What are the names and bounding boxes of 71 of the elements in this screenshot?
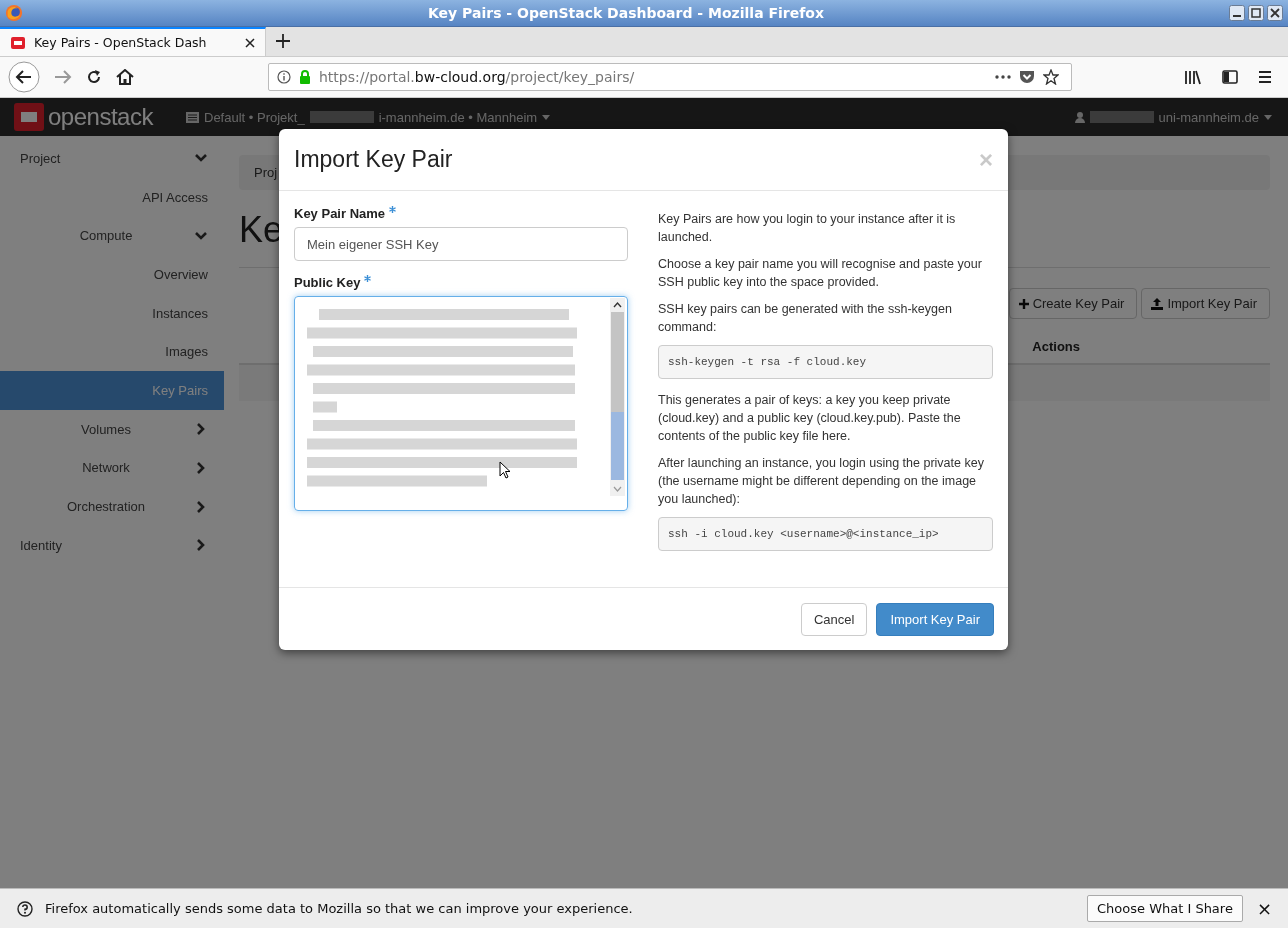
key-name-field[interactable]: Mein eigener SSH Key (294, 227, 628, 261)
help-text: Key Pairs are how you login to your instance after it is launched. (658, 211, 957, 246)
help-text: After launching an instance, you login using the private key (the username might be different depending on the image you launched): (658, 455, 985, 508)
project-name: i-mannheim.de • Mannheim (378, 109, 538, 125)
window-title: Key Pairs - OpenStack Dashboard - Mozilla Firefox (427, 5, 825, 21)
minimize-icon[interactable] (1229, 5, 1245, 21)
field-label: Key Pair Name (294, 206, 386, 221)
redacted-block (309, 111, 374, 123)
project-selector[interactable]: Default • Projekt_ i-mannheim.de • Mannheim (186, 109, 551, 125)
pocket-icon[interactable] (1019, 69, 1035, 85)
sidebar-item[interactable]: Orchestration (0, 487, 224, 526)
caret-icon (542, 114, 551, 120)
dialog-title: Import Key Pair (294, 146, 454, 173)
url-text: https://portal.bw-cloud.org/project/key_pairs/ (319, 69, 636, 85)
sidebar-item[interactable]: Network (0, 448, 224, 488)
import-button[interactable]: Import Key Pair (876, 602, 994, 636)
code-block: ssh-keygen -t rsa -f cloud.key (658, 345, 993, 379)
maximize-icon[interactable] (1248, 5, 1264, 21)
public-key-field[interactable] (294, 296, 628, 511)
bookmark-star-icon[interactable] (1043, 69, 1059, 85)
sidebar-item[interactable]: API Access (0, 177, 224, 217)
back-icon[interactable] (8, 61, 40, 93)
new-tab-icon[interactable] (276, 34, 290, 48)
scrollbar[interactable] (610, 298, 625, 496)
close-button[interactable]: × (1254, 898, 1274, 919)
caret-icon (1264, 114, 1272, 120)
sidebar-item[interactable]: Instances (0, 293, 224, 333)
close-icon[interactable] (1267, 5, 1283, 21)
notification-text: Firefox automatically sends some data to Mozilla so that we can improve your experience. (45, 901, 634, 916)
home-icon[interactable] (116, 69, 134, 85)
redacted-block (1089, 111, 1154, 123)
openstack-logo-icon (14, 103, 44, 131)
sidebar-item[interactable]: Project (0, 139, 224, 178)
code-block: ssh -i cloud.key <username>@<instance_ip> (658, 517, 993, 551)
address-bar[interactable]: https://portal.bw-cloud.org/project/key_pairs/ (268, 63, 1072, 91)
field-label: Public Key (294, 275, 361, 290)
list-icon (186, 111, 199, 123)
browser-tab[interactable]: Key Pairs - OpenStack Dash (0, 27, 266, 56)
help-icon (17, 900, 33, 917)
help-text: SSH key pairs can be generated with the ssh-keygen command: (658, 301, 953, 336)
menu-icon[interactable] (1258, 71, 1272, 83)
openstack-favicon-icon (10, 34, 26, 51)
forward-icon[interactable] (54, 69, 72, 85)
reload-icon[interactable] (86, 69, 102, 85)
project-prefix: Default • Projekt_ (204, 109, 305, 125)
user-menu[interactable]: uni-mannheim.de (1074, 109, 1272, 125)
sidebar-item[interactable]: Identity (0, 525, 224, 565)
cancel-button[interactable]: Cancel (800, 602, 868, 636)
sidebar-item[interactable]: Key Pairs (0, 371, 224, 410)
create-button[interactable]: Create Key Pair (1008, 288, 1138, 319)
help-text: This generates a pair of keys: a key you keep private (cloud.key) and a public key (cloud.key.pub). Paste the contents of the public key file here. (658, 392, 962, 445)
lock-icon (299, 70, 311, 84)
info-icon[interactable] (277, 70, 291, 84)
breadcrumb-item[interactable]: Proj (254, 165, 278, 180)
plus-icon (1018, 298, 1029, 309)
choose-what-i-share-button[interactable]: Choose What I Share (1087, 895, 1243, 922)
user-name: uni-mannheim.de (1158, 109, 1259, 125)
user-icon (1074, 111, 1085, 123)
library-icon[interactable] (1184, 69, 1202, 85)
import-button[interactable]: Import Key Pair (1141, 288, 1270, 319)
more-icon[interactable] (995, 75, 1011, 79)
close-tab-icon[interactable] (245, 37, 255, 48)
sidebar-icon[interactable] (1222, 70, 1238, 84)
upload-icon (1151, 297, 1164, 310)
sidebar-item[interactable]: Compute (0, 216, 224, 256)
column-header: Actions (1032, 338, 1081, 354)
mouse-cursor-icon (499, 461, 511, 479)
sidebar-item[interactable]: Overview (0, 255, 224, 294)
logo-text: openstack (48, 103, 153, 131)
firefox-logo-icon (5, 4, 23, 22)
tab-title: Key Pairs - OpenStack Dash (34, 35, 208, 50)
